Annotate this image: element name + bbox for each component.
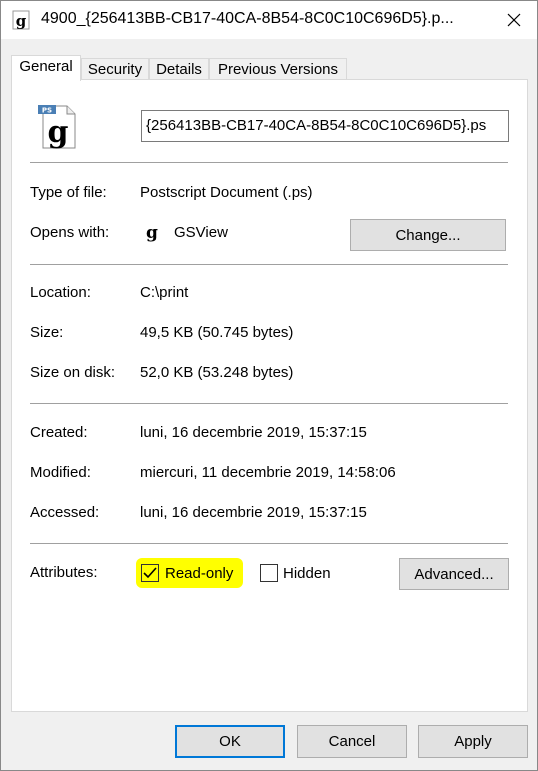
svg-text:g: g [16, 12, 27, 30]
ghostscript-file-icon: g [12, 10, 30, 30]
ghostscript-ps-icon: PS g [38, 105, 76, 150]
advanced-button[interactable]: Advanced... [399, 558, 509, 590]
general-panel: PS g {256413BB-CB17-40CA-8B54-8C0C10C696… [11, 79, 528, 712]
created-value: luni, 16 decembrie 2019, 15:37:15 [140, 424, 367, 441]
title-bar[interactable]: g 4900_{256413BB-CB17-40CA-8B54-8C0C10C6… [1, 1, 537, 39]
tab-security[interactable]: Security [81, 58, 149, 80]
svg-text:g: g [146, 223, 158, 243]
divider [30, 403, 508, 404]
size-label: Size: [30, 324, 64, 341]
close-icon [507, 13, 521, 27]
checkmark-icon [143, 567, 157, 579]
created-label: Created: [30, 424, 88, 441]
ok-button[interactable]: OK [175, 725, 285, 758]
readonly-label[interactable]: Read-only [165, 565, 233, 582]
accessed-label: Accessed: [30, 504, 100, 521]
change-button[interactable]: Change... [350, 219, 506, 251]
svg-text:PS: PS [42, 107, 52, 115]
close-button[interactable] [491, 1, 537, 39]
type-of-file-label: Type of file: [30, 184, 107, 201]
apply-button[interactable]: Apply [418, 725, 528, 758]
size-on-disk-label: Size on disk: [30, 364, 116, 381]
cancel-button[interactable]: Cancel [297, 725, 407, 758]
tab-details[interactable]: Details [149, 58, 209, 80]
modified-value: miercuri, 11 decembrie 2019, 14:58:06 [140, 464, 396, 481]
tab-previous-versions[interactable]: Previous Versions [209, 58, 347, 80]
gsview-icon: g [146, 223, 158, 243]
svg-text:g: g [48, 115, 69, 150]
size-value: 49,5 KB (50.745 bytes) [140, 324, 294, 341]
divider [30, 264, 508, 265]
divider [30, 162, 508, 163]
attributes-label: Attributes: [30, 564, 98, 581]
location-label: Location: [30, 284, 91, 301]
type-of-file-value: Postscript Document (.ps) [140, 184, 313, 201]
opens-with-label: Opens with: [30, 224, 110, 241]
tab-general[interactable]: General [11, 55, 81, 81]
hidden-label[interactable]: Hidden [283, 565, 331, 582]
location-value: C:\print [140, 284, 189, 301]
divider [30, 543, 508, 544]
window-title: 4900_{256413BB-CB17-40CA-8B54-8C0C10C696… [41, 10, 454, 27]
readonly-checkbox[interactable] [141, 564, 159, 582]
filename-input[interactable]: {256413BB-CB17-40CA-8B54-8C0C10C696D5}.p… [141, 110, 509, 142]
modified-label: Modified: [30, 464, 91, 481]
hidden-checkbox[interactable] [260, 564, 278, 582]
properties-window: g 4900_{256413BB-CB17-40CA-8B54-8C0C10C6… [0, 0, 538, 771]
size-on-disk-value: 52,0 KB (53.248 bytes) [140, 364, 294, 381]
accessed-value: luni, 16 decembrie 2019, 15:37:15 [140, 504, 367, 521]
opens-with-value: GSView [174, 224, 228, 241]
